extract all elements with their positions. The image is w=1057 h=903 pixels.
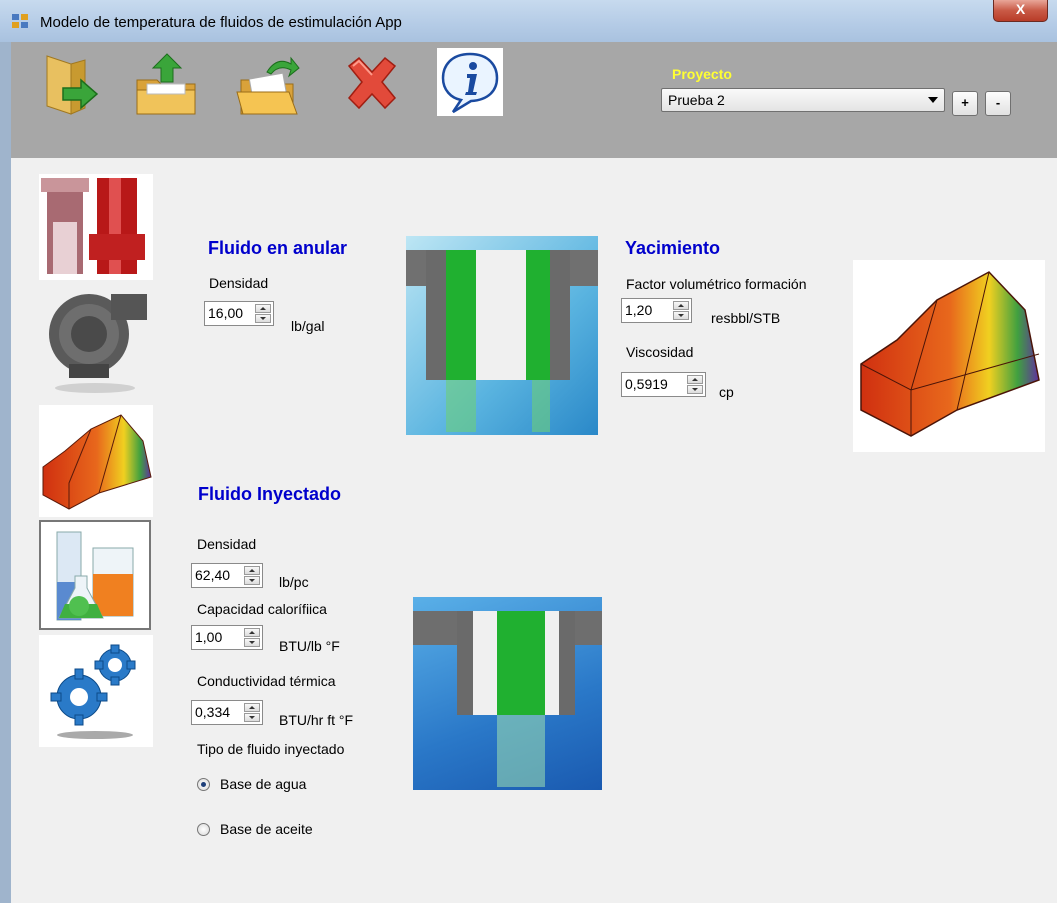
injected-density-label: Densidad — [197, 536, 257, 552]
sidebar-item-pipes[interactable] — [39, 174, 153, 280]
upload-folder-icon — [136, 53, 196, 115]
viscosity-unit: cp — [719, 384, 734, 400]
spin-buttons[interactable] — [244, 628, 260, 647]
viscosity-input[interactable]: 0,5919 — [621, 372, 706, 397]
enter-icon — [46, 55, 99, 115]
title-bar: Modelo de temperatura de fluidos de esti… — [0, 0, 1057, 42]
annulus-density-unit: lb/gal — [291, 318, 325, 334]
fvf-value: 1,20 — [625, 302, 653, 318]
injected-density-unit: lb/pc — [279, 574, 309, 590]
main-panel: Fluido en anular Densidad 16,00 lb/gal Y… — [11, 158, 1057, 903]
fvf-label: Factor volumétrico formación — [626, 276, 807, 292]
project-select-value: Prueba 2 — [668, 92, 725, 108]
oil-base-label[interactable]: Base de aceite — [220, 821, 313, 837]
fluid-type-label: Tipo de fluido inyectado — [197, 741, 345, 757]
sidebar-item-settings[interactable] — [39, 635, 153, 747]
annulus-density-label: Densidad — [209, 275, 269, 291]
injected-density-value: 62,40 — [195, 567, 231, 583]
viscosity-value: 0,5919 — [625, 376, 668, 392]
annulus-density-input[interactable]: 16,00 — [204, 301, 274, 326]
reservoir-diagram — [853, 260, 1045, 452]
annulus-diagram — [406, 236, 598, 435]
app-icon — [12, 14, 28, 28]
toolbar: Proyecto Prueba 2 + - — [11, 42, 1057, 158]
lab-flasks-icon — [56, 531, 134, 621]
spin-buttons[interactable] — [244, 566, 260, 585]
open-folder-icon — [236, 56, 300, 115]
gears-icon — [50, 644, 136, 739]
fvf-unit: resbbl/STB — [711, 310, 781, 326]
reservoir-model-image — [860, 271, 1040, 437]
pump-icon — [49, 294, 147, 393]
sidebar-item-reservoir[interactable] — [39, 405, 153, 517]
spin-buttons[interactable] — [255, 304, 271, 323]
project-select[interactable]: Prueba 2 — [661, 88, 945, 112]
delete-icon — [347, 56, 397, 110]
conductivity-unit: BTU/hr ft °F — [279, 712, 354, 728]
sidebar-item-fluids[interactable] — [39, 520, 151, 630]
heat-capacity-label: Capacidad calorífiica — [197, 601, 327, 617]
info-button[interactable] — [437, 48, 503, 116]
conductivity-input[interactable]: 0,334 — [191, 700, 263, 725]
spin-buttons[interactable] — [673, 301, 689, 320]
open-button[interactable] — [233, 50, 303, 118]
close-button[interactable]: X — [993, 0, 1048, 22]
heat-capacity-input[interactable]: 1,00 — [191, 625, 263, 650]
injected-density-input[interactable]: 62,40 — [191, 563, 263, 588]
delete-button[interactable] — [337, 50, 407, 118]
injected-diagram — [413, 597, 602, 790]
oil-base-radio[interactable] — [197, 823, 210, 836]
conductivity-value: 0,334 — [195, 704, 231, 720]
window-title: Modelo de temperatura de fluidos de esti… — [40, 14, 402, 31]
water-base-radio[interactable] — [197, 778, 210, 791]
project-label: Proyecto — [672, 66, 732, 82]
remove-project-button[interactable]: - — [985, 91, 1011, 116]
pipes-icon — [41, 178, 145, 274]
enter-button[interactable] — [37, 50, 107, 118]
injected-well-image — [413, 611, 602, 787]
reservoir-title: Yacimiento — [625, 238, 721, 258]
spin-buttons[interactable] — [244, 703, 260, 722]
add-project-button[interactable]: + — [952, 91, 978, 116]
injected-title: Fluido Inyectado — [198, 484, 342, 504]
water-base-label[interactable]: Base de agua — [220, 776, 306, 792]
chevron-down-icon — [928, 97, 938, 103]
viscosity-label: Viscosidad — [626, 344, 694, 360]
info-icon — [441, 52, 499, 114]
conductivity-label: Conductividad térmica — [197, 673, 336, 689]
annulus-well-image — [406, 250, 598, 432]
sidebar-item-pump[interactable] — [39, 284, 153, 398]
fvf-input[interactable]: 1,20 — [621, 298, 692, 323]
app-window: Modelo de temperatura de fluidos de esti… — [0, 0, 1057, 903]
reservoir-model-icon — [42, 414, 152, 510]
annulus-title: Fluido en anular — [208, 238, 348, 258]
annulus-density-value: 16,00 — [208, 305, 244, 321]
heat-capacity-unit: BTU/lb °F — [279, 638, 340, 654]
save-button[interactable] — [131, 50, 201, 118]
spin-buttons[interactable] — [687, 375, 703, 394]
heat-capacity-value: 1,00 — [195, 629, 223, 645]
